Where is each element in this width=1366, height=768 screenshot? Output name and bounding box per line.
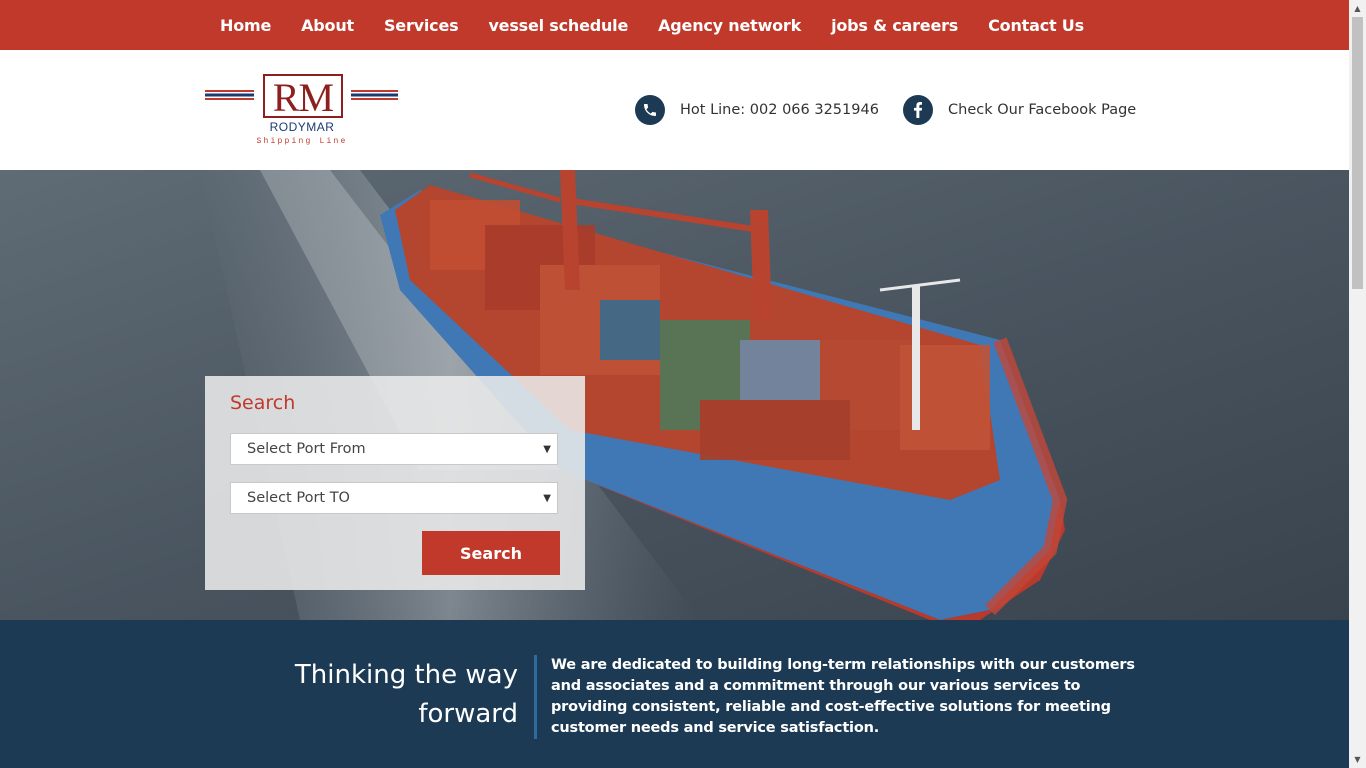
search-title: Search [230,392,296,414]
logo-tagline: Shipping Line [256,137,347,146]
facebook-text: Check Our Facebook Page [948,102,1137,118]
hotline-text: Hot Line: 002 066 3251946 [680,102,879,118]
nav-item-services[interactable]: Services [369,16,473,35]
site-header: RM RODYMAR Shipping Line Hot Line: 002 0… [0,50,1349,170]
mission-text: We are dedicated to building long-term r… [551,657,1135,736]
logo-name: RODYMAR [270,120,335,134]
logo-mark: RM RODYMAR Shipping Line [205,74,398,146]
port-to-value: Select Port TO [247,490,350,506]
rodymar-logo[interactable]: RM RODYMAR Shipping Line [205,73,400,148]
chevron-down-icon: ▼ [543,444,551,455]
facebook-link[interactable]: Check Our Facebook Page [903,95,1136,125]
port-to-select[interactable]: Select Port TO ▼ [230,482,558,514]
tagline-heading: Thinking the way forward [294,660,518,729]
nav-item-contact-us[interactable]: Contact Us [973,16,1099,35]
port-from-value: Select Port From [247,441,366,457]
page-scrollbar[interactable]: ▲ ▼ [1349,0,1366,768]
about-band: Thinking the way forward We are dedicate… [0,620,1349,768]
scroll-thumb[interactable] [1352,17,1363,289]
hotline-contact[interactable]: Hot Line: 002 066 3251946 [635,95,879,125]
scroll-down-arrow-icon[interactable]: ▼ [1349,751,1366,768]
port-from-select[interactable]: Select Port From ▼ [230,433,558,465]
nav-item-jobs-careers[interactable]: jobs & careers [816,16,973,35]
container-ship-image [0,170,1349,620]
nav-item-vessel-schedule[interactable]: vessel schedule [473,16,643,35]
scroll-up-arrow-icon[interactable]: ▲ [1349,0,1366,17]
facebook-icon [903,95,933,125]
nav-item-agency-network[interactable]: Agency network [643,16,816,35]
nav-item-home[interactable]: Home [205,16,286,35]
vertical-divider [534,655,537,739]
top-nav: Home About Services vessel schedule Agen… [0,0,1349,50]
page: Home About Services vessel schedule Agen… [0,0,1349,768]
hero-banner: Search Select Port From ▼ Select Port TO… [0,170,1349,620]
search-button[interactable]: Search [422,531,560,575]
nav-item-about[interactable]: About [286,16,369,35]
chevron-down-icon: ▼ [543,493,551,504]
search-panel: Search Select Port From ▼ Select Port TO… [205,376,585,590]
logo-monogram: RM [273,75,334,120]
phone-icon [635,95,665,125]
